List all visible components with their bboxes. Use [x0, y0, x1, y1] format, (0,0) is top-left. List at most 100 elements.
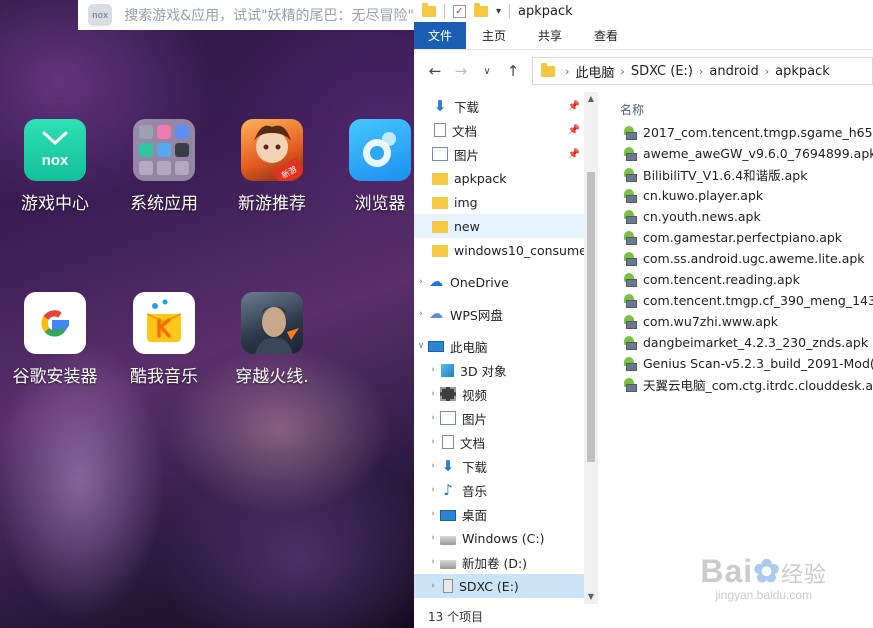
- nav-label: new: [454, 218, 480, 234]
- chevron-down-icon[interactable]: ∨: [414, 341, 428, 351]
- app-new-games[interactable]: 新游 新游推荐: [222, 119, 322, 214]
- file-row[interactable]: com.tencent.tmgp.cf_390_meng_1439...: [612, 290, 873, 311]
- app-browser[interactable]: 浏览器: [330, 119, 414, 214]
- folder-icon: [541, 62, 555, 77]
- nav-item-drive-c[interactable]: › Windows (C:): [414, 526, 598, 550]
- apk-file-icon: [622, 293, 637, 308]
- pin-icon[interactable]: 📌: [568, 149, 580, 160]
- file-row[interactable]: com.wu7zhi.www.apk: [612, 311, 873, 332]
- this-pc-icon: [428, 341, 444, 352]
- nav-item-drive-d[interactable]: › 新加卷 (D:): [414, 550, 598, 574]
- nav-item-new[interactable]: new: [414, 214, 598, 238]
- tab-view[interactable]: 查看: [578, 22, 634, 49]
- nav-item-downloads-pinned[interactable]: ⬇ 下载 📌: [414, 94, 598, 118]
- file-row[interactable]: aweme_aweGW_v9.6.0_7694899.apk: [612, 143, 873, 164]
- nav-item-windows10-consume[interactable]: windows10_consume: [414, 238, 598, 262]
- nav-item-apkpack[interactable]: apkpack: [414, 166, 598, 190]
- apk-file-icon: [622, 251, 637, 266]
- nav-item-documents[interactable]: › 文档: [414, 430, 598, 454]
- app-system-apps[interactable]: 系统应用: [114, 119, 214, 214]
- tab-share[interactable]: 共享: [522, 22, 578, 49]
- chevron-right-icon[interactable]: ›: [426, 581, 440, 591]
- app-label: 穿越火线.: [235, 367, 309, 387]
- emulator-search-bar[interactable]: nox 搜索游戏&应用，试试"妖精的尾巴：无尽冒险": [78, 0, 414, 30]
- file-row[interactable]: BilibiliTV_V1.6.4和谐版.apk: [612, 164, 873, 185]
- chevron-right-icon[interactable]: ›: [620, 65, 624, 78]
- nav-item-onedrive[interactable]: › ☁ OneDrive: [414, 270, 598, 294]
- file-row[interactable]: Genius Scan-v5.2.3_build_2091-Mod(...: [612, 353, 873, 374]
- folder-icon: [432, 173, 448, 185]
- app-google-installer[interactable]: 谷歌安装器: [5, 292, 105, 387]
- chevron-right-icon[interactable]: ›: [426, 533, 440, 543]
- nav-item-img[interactable]: img: [414, 190, 598, 214]
- scroll-down-icon[interactable]: ▼: [584, 590, 598, 604]
- file-row[interactable]: cn.youth.news.apk: [612, 206, 873, 227]
- properties-check-icon[interactable]: ✓: [453, 4, 466, 18]
- nav-item-videos[interactable]: › 视频: [414, 382, 598, 406]
- back-arrow-icon[interactable]: ←: [422, 62, 448, 80]
- nav-item-music[interactable]: › ♪ 音乐: [414, 478, 598, 502]
- new-folder-icon[interactable]: [474, 2, 488, 17]
- download-icon: ⬇: [441, 457, 455, 475]
- navigation-scrollbar[interactable]: ▲ ▼: [584, 92, 598, 604]
- chevron-right-icon[interactable]: ›: [699, 65, 703, 78]
- pin-icon[interactable]: 📌: [568, 125, 580, 136]
- search-placeholder[interactable]: 搜索游戏&应用，试试"妖精的尾巴：无尽冒险": [124, 5, 414, 25]
- file-row[interactable]: com.gamestar.perfectpiano.apk: [612, 227, 873, 248]
- recent-chevron-icon[interactable]: ∨: [474, 66, 500, 77]
- nav-item-documents-pinned[interactable]: 文档 📌: [414, 118, 598, 142]
- nav-item-desktop[interactable]: › 桌面: [414, 502, 598, 526]
- file-row[interactable]: 2017_com.tencent.tmgp.sgame_h652...: [612, 122, 873, 143]
- chevron-right-icon[interactable]: ›: [426, 509, 440, 519]
- chevron-right-icon[interactable]: ›: [565, 65, 569, 78]
- chevron-right-icon[interactable]: ›: [765, 65, 769, 78]
- file-row[interactable]: cn.kuwo.player.apk: [612, 185, 873, 206]
- chevron-right-icon[interactable]: ›: [426, 389, 440, 399]
- breadcrumb-sdxc[interactable]: SDXC (E:): [631, 64, 693, 79]
- nav-item-3d-objects[interactable]: › 3D 对象: [414, 358, 598, 382]
- nav-item-this-pc[interactable]: ∨ 此电脑: [414, 334, 598, 358]
- quick-access-dropdown-icon[interactable]: ▾: [496, 6, 501, 17]
- nav-item-sdxc-e[interactable]: › SDXC (E:): [414, 574, 598, 598]
- file-row[interactable]: com.ss.android.ugc.aweme.lite.apk: [612, 248, 873, 269]
- chevron-right-icon[interactable]: ›: [414, 309, 428, 319]
- chevron-right-icon[interactable]: ›: [414, 277, 428, 287]
- tab-file[interactable]: 文件: [414, 22, 467, 49]
- file-row[interactable]: com.tencent.reading.apk: [612, 269, 873, 290]
- nav-label: 文档: [452, 123, 478, 139]
- nav-item-downloads[interactable]: › ⬇ 下载: [414, 454, 598, 478]
- nav-item-wps-cloud[interactable]: › ☁ WPS网盘: [414, 302, 598, 326]
- scrollbar-thumb[interactable]: [587, 172, 595, 462]
- chevron-right-icon[interactable]: ›: [426, 485, 440, 495]
- address-bar[interactable]: › 此电脑 › SDXC (E:) › android › apkpack: [532, 57, 873, 85]
- scroll-up-icon[interactable]: ▲: [584, 92, 598, 106]
- nav-item-pictures-pinned[interactable]: 图片 📌: [414, 142, 598, 166]
- apk-file-icon: [622, 167, 637, 182]
- breadcrumb-apkpack[interactable]: apkpack: [775, 64, 830, 79]
- apk-file-icon: [622, 356, 637, 371]
- breadcrumb-this-pc[interactable]: 此电脑: [575, 62, 614, 81]
- up-arrow-icon[interactable]: ↑: [500, 62, 526, 80]
- file-row[interactable]: 天翼云电脑_com.ctg.itrdc.clouddesk.a...: [612, 374, 873, 395]
- pin-icon[interactable]: 📌: [568, 101, 580, 112]
- forward-arrow-icon[interactable]: →: [448, 62, 474, 80]
- app-kuwo-music[interactable]: 酷我音乐: [114, 292, 214, 387]
- apk-file-icon: [622, 209, 637, 224]
- chevron-right-icon[interactable]: ›: [426, 437, 440, 447]
- column-header-name[interactable]: ^ 名称: [612, 92, 873, 122]
- file-row[interactable]: dangbeimarket_4.2.3_230_znds.apk: [612, 332, 873, 353]
- tab-home[interactable]: 主页: [466, 22, 522, 49]
- chevron-right-icon[interactable]: ›: [426, 413, 440, 423]
- chevron-right-icon[interactable]: ›: [426, 365, 440, 375]
- breadcrumb-android[interactable]: android: [709, 64, 758, 79]
- apk-file-icon: [622, 377, 637, 392]
- app-crossfire[interactable]: 穿越火线.: [222, 292, 322, 387]
- chevron-right-icon[interactable]: ›: [426, 557, 440, 567]
- sort-ascending-icon: ^: [736, 92, 745, 99]
- download-icon: ⬇: [433, 97, 447, 115]
- app-game-center[interactable]: nox 游戏中心: [5, 119, 105, 214]
- nav-item-pictures[interactable]: › 图片: [414, 406, 598, 430]
- file-name: BilibiliTV_V1.6.4和谐版.apk: [643, 168, 808, 183]
- app-label: 浏览器: [354, 194, 406, 214]
- chevron-right-icon[interactable]: ›: [426, 461, 440, 471]
